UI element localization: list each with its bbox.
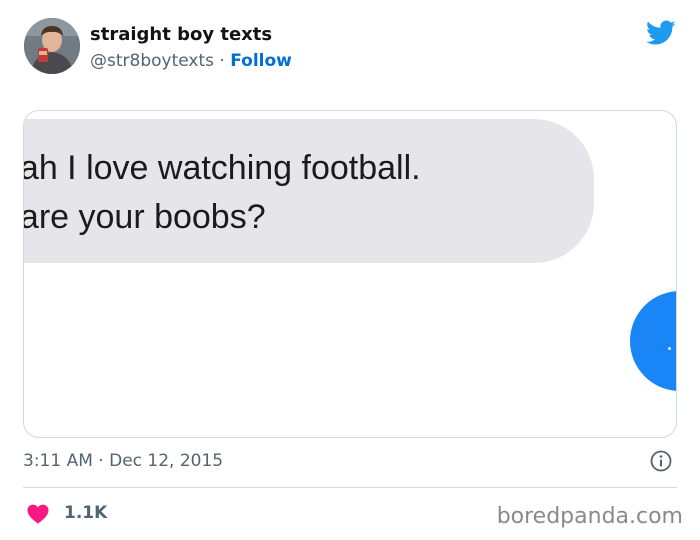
- heart-icon: [26, 502, 50, 526]
- tweet-timestamp[interactable]: 3:11 AM · Dec 12, 2015: [23, 451, 223, 471]
- tweet-date: Dec 12, 2015: [109, 451, 224, 471]
- twitter-bird-icon[interactable]: [646, 20, 676, 46]
- handle-separator: ·: [219, 51, 225, 71]
- follow-button[interactable]: Follow: [230, 51, 292, 71]
- tweet-card: straight boy texts @str8boytexts · Follo…: [0, 0, 700, 540]
- info-icon[interactable]: [650, 450, 672, 472]
- tweet-header: straight boy texts @str8boytexts · Follo…: [24, 18, 676, 82]
- like-count: 1.1K: [64, 503, 108, 523]
- meta-separator: ·: [98, 451, 104, 471]
- avatar-photo: [24, 18, 80, 74]
- watermark: boredpanda.com: [496, 504, 683, 529]
- tweet-media[interactable]: yeah I love watching football. ig are yo…: [23, 110, 677, 438]
- sent-message-bubble: [630, 291, 676, 391]
- message-line-1: yeah I love watching football.: [23, 149, 421, 187]
- author-handle[interactable]: @str8boytexts: [90, 51, 214, 71]
- bubble-dot: [668, 347, 671, 350]
- divider: [23, 487, 677, 488]
- display-name[interactable]: straight boy texts: [90, 24, 272, 45]
- message-line-2: ig are your boobs?: [23, 198, 266, 236]
- handle-row: @str8boytexts · Follow: [90, 51, 292, 71]
- received-message-bubble: yeah I love watching football. ig are yo…: [23, 119, 594, 263]
- tweet-time: 3:11 AM: [23, 451, 93, 471]
- avatar[interactable]: [24, 18, 80, 74]
